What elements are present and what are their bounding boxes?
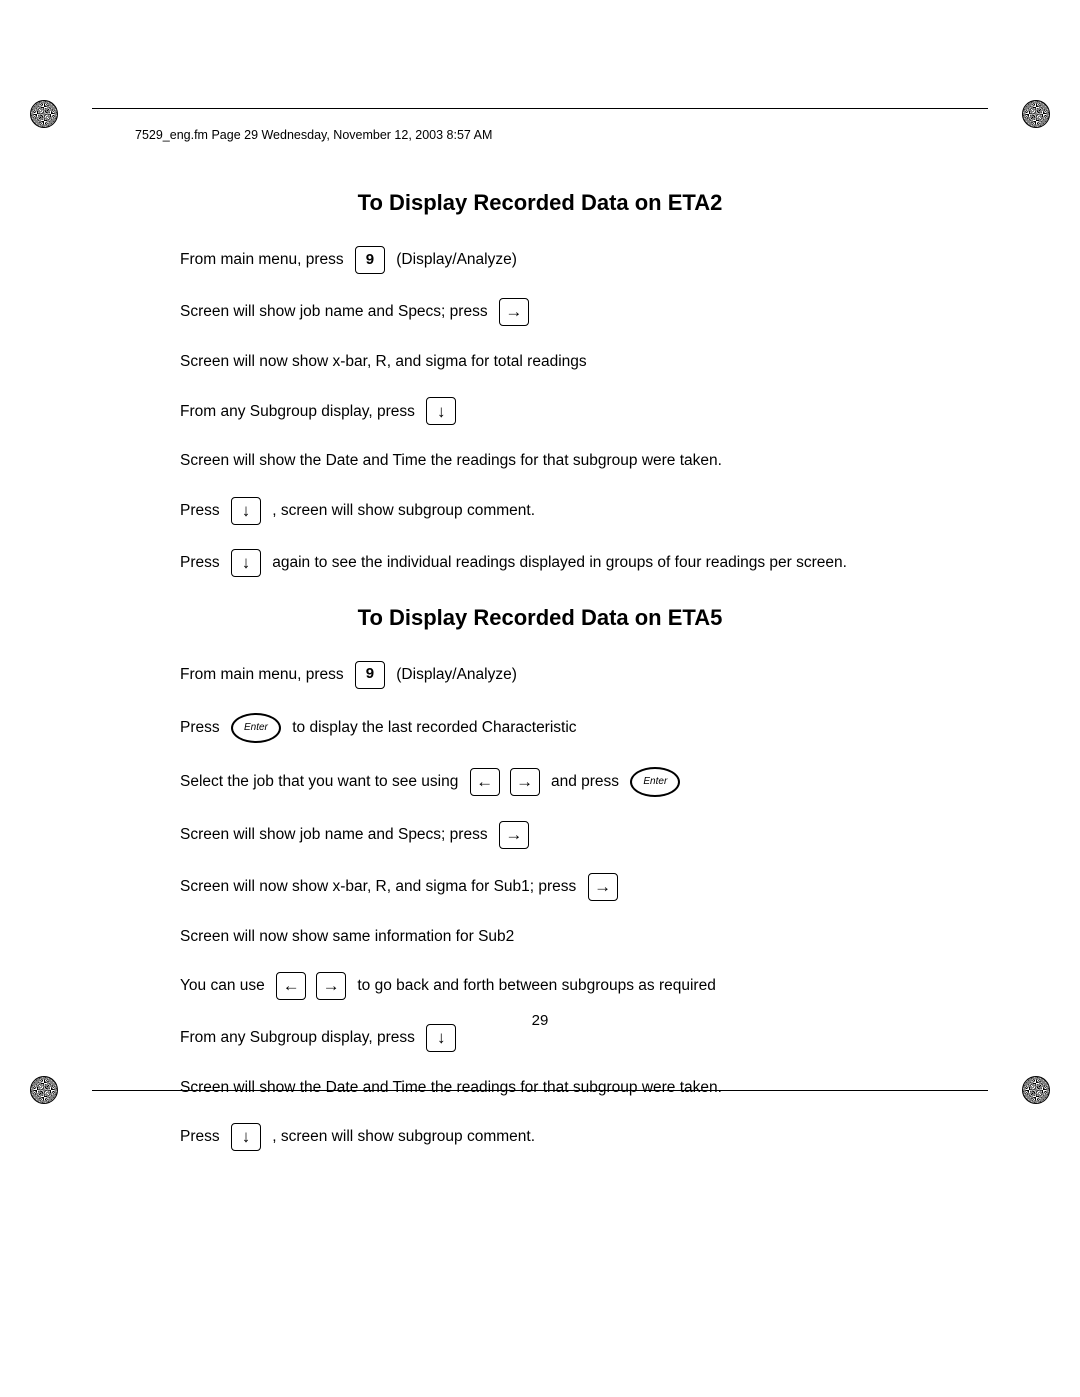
text: From main menu, press: [180, 663, 348, 686]
text: Press: [180, 1125, 224, 1148]
text: From any Subgroup display, press: [180, 1026, 419, 1049]
instruction-line: Press ↓ , screen will show subgroup comm…: [180, 497, 900, 525]
registration-dot: [30, 100, 58, 128]
instruction-line: Press ↓ again to see the individual read…: [180, 549, 900, 577]
arrow-down-icon: ↓: [426, 397, 456, 425]
text: Screen will show the Date and Time the r…: [180, 449, 722, 472]
arrow-right-icon: →: [588, 873, 618, 901]
instruction-line: From main menu, press 9 (Display/Analyze…: [180, 246, 900, 274]
enter-key-icon: Enter: [231, 713, 281, 743]
arrow-right-icon: →: [499, 821, 529, 849]
text: , screen will show subgroup comment.: [268, 1125, 535, 1148]
page-header: 7529_eng.fm Page 29 Wednesday, November …: [135, 128, 492, 142]
text: and press: [547, 770, 624, 793]
arrow-left-icon: ←: [276, 972, 306, 1000]
text: (Display/Analyze): [392, 663, 517, 686]
instruction-line: Press Enter to display the last recorded…: [180, 713, 900, 743]
instruction-line: Screen will show job name and Specs; pre…: [180, 821, 900, 849]
instruction-line: Screen will show the Date and Time the r…: [180, 1076, 900, 1099]
text: Press: [180, 716, 224, 739]
instruction-line: Screen will now show x-bar, R, and sigma…: [180, 873, 900, 901]
instruction-line: From any Subgroup display, press ↓: [180, 397, 900, 425]
page-number: 29: [0, 1012, 1080, 1029]
section-heading-eta5: To Display Recorded Data on ETA5: [180, 605, 900, 631]
instruction-line: Press ↓ , screen will show subgroup comm…: [180, 1123, 900, 1151]
arrow-right-icon: →: [510, 768, 540, 796]
instruction-line: You can use ← → to go back and forth bet…: [180, 972, 900, 1000]
arrow-down-icon: ↓: [231, 1123, 261, 1151]
instruction-line: Screen will now show same information fo…: [180, 925, 900, 948]
section-heading-eta2: To Display Recorded Data on ETA2: [180, 190, 900, 216]
text: Screen will show the Date and Time the r…: [180, 1076, 722, 1099]
instruction-line: Screen will show job name and Specs; pre…: [180, 298, 900, 326]
text: From any Subgroup display, press: [180, 400, 419, 423]
text: to display the last recorded Characteris…: [288, 716, 577, 739]
arrow-right-icon: →: [316, 972, 346, 1000]
key-9: 9: [355, 661, 385, 689]
instruction-line: Screen will now show x-bar, R, and sigma…: [180, 350, 900, 373]
text: Screen will now show x-bar, R, and sigma…: [180, 350, 587, 373]
enter-key-icon: Enter: [630, 767, 680, 797]
registration-dot: [1022, 100, 1050, 128]
text: Press: [180, 551, 224, 574]
text: again to see the individual readings dis…: [268, 551, 847, 574]
registration-dot: [1022, 1076, 1050, 1104]
instruction-line: Select the job that you want to see usin…: [180, 767, 900, 797]
instruction-line: Screen will show the Date and Time the r…: [180, 449, 900, 472]
arrow-left-icon: ←: [470, 768, 500, 796]
arrow-right-icon: →: [499, 298, 529, 326]
text: You can use: [180, 974, 269, 997]
text: Screen will now show x-bar, R, and sigma…: [180, 875, 581, 898]
arrow-down-icon: ↓: [231, 497, 261, 525]
text: to go back and forth between subgroups a…: [353, 974, 716, 997]
crop-frame-top: [92, 108, 988, 109]
instruction-line: From main menu, press 9 (Display/Analyze…: [180, 661, 900, 689]
text: (Display/Analyze): [392, 248, 517, 271]
text: Screen will now show same information fo…: [180, 925, 514, 948]
text: Press: [180, 499, 224, 522]
text: From main menu, press: [180, 248, 348, 271]
text: , screen will show subgroup comment.: [268, 499, 535, 522]
arrow-down-icon: ↓: [231, 549, 261, 577]
key-9: 9: [355, 246, 385, 274]
registration-dot: [30, 1076, 58, 1104]
text: Screen will show job name and Specs; pre…: [180, 823, 492, 846]
text: Select the job that you want to see usin…: [180, 770, 463, 793]
text: Screen will show job name and Specs; pre…: [180, 300, 492, 323]
